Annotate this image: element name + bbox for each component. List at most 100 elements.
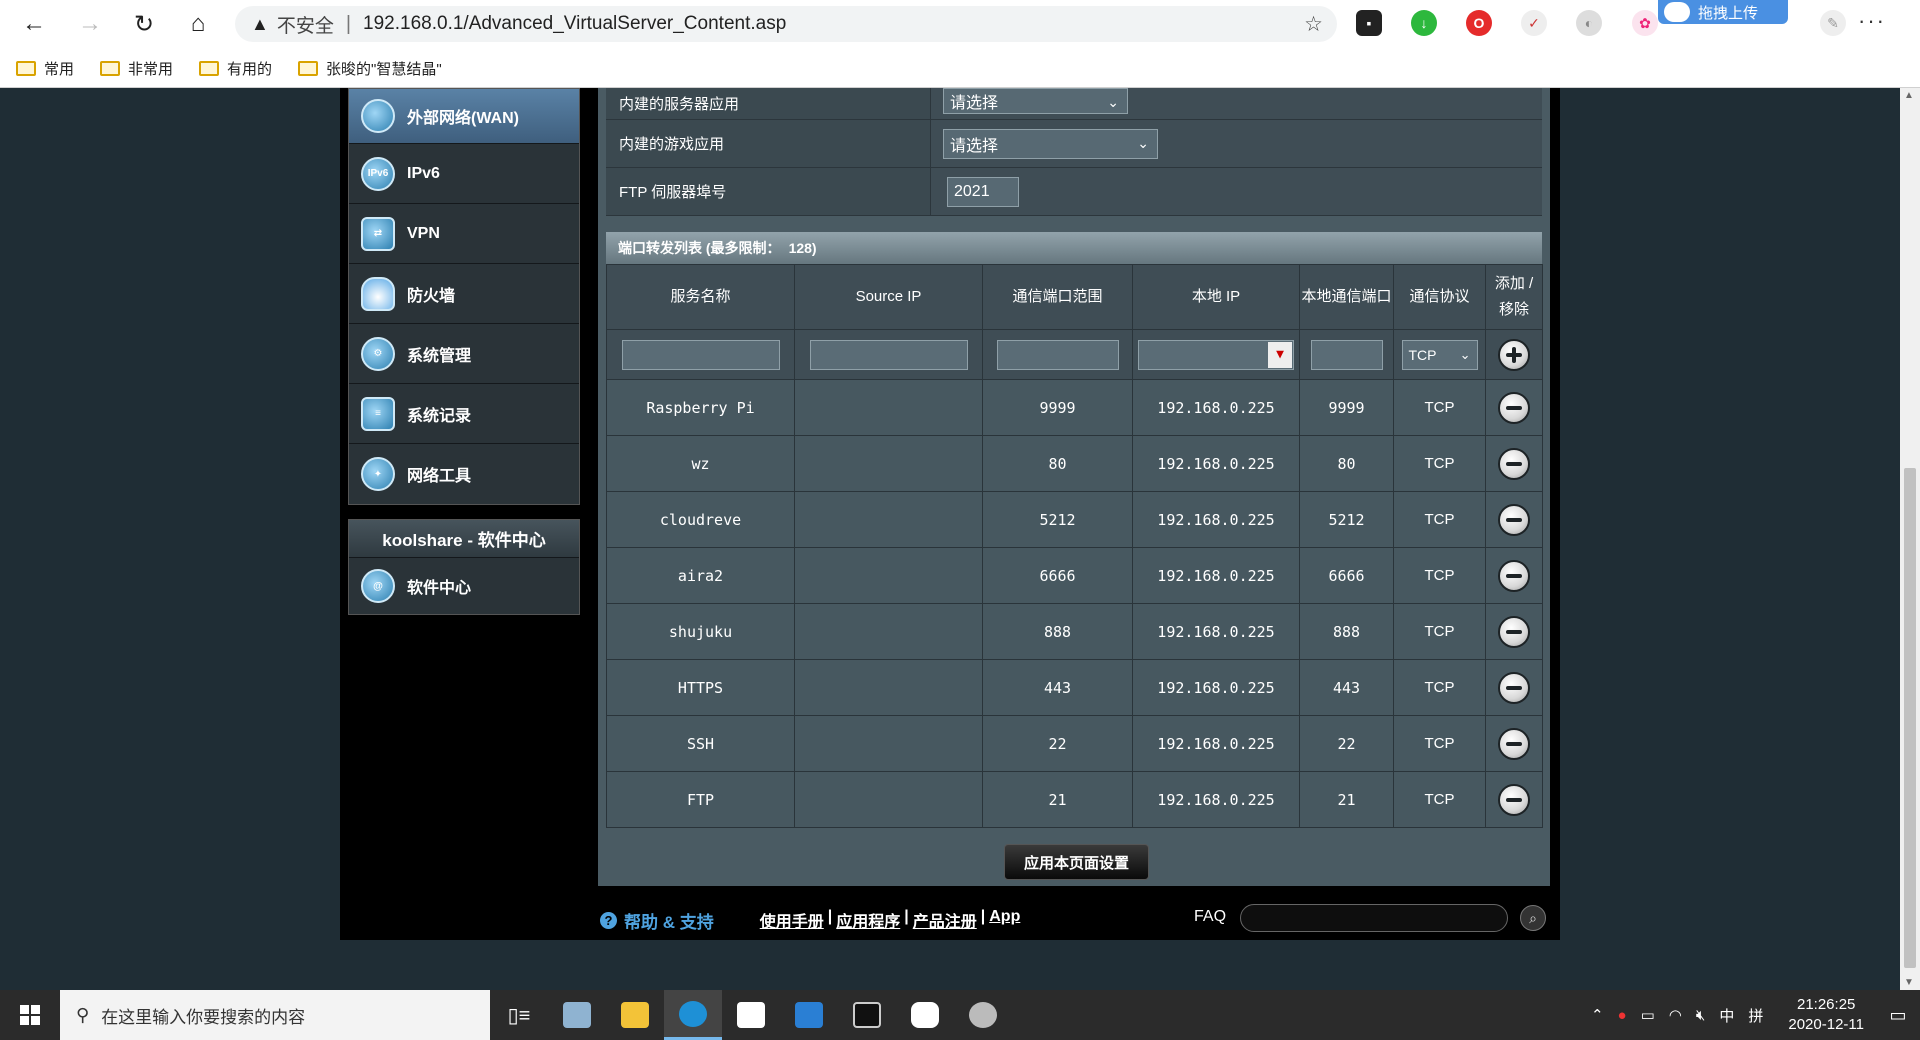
help-support-link[interactable]: ? 帮助 & 支持 [600,908,714,933]
page-scrollbar[interactable]: ▲ ▼ [1900,88,1920,990]
bookmark-folder[interactable]: 张晙的"智慧结晶" [298,58,442,79]
select-value: 请选择 [950,94,999,112]
extension-icon-8[interactable]: ✎ [1820,10,1846,36]
remove-cell [1485,659,1543,716]
sidebar-item-vpn[interactable]: ⇄ VPN [349,204,579,264]
notification-icon[interactable]: ▭ [1876,990,1920,1040]
remove-rule-button[interactable] [1498,783,1530,816]
swirl-icon: @ [361,569,395,603]
sidebar-item-admin[interactable]: ⚙ 系统管理 [349,324,579,384]
cell: TCP ⌄ [1393,329,1486,380]
remove-rule-button[interactable] [1498,671,1530,704]
home-icon[interactable]: ⌂ [180,6,216,42]
local-ip-input[interactable]: ▼ [1138,339,1294,370]
taskbar-search[interactable]: ⚲ 在这里输入你要搜索的内容 [60,990,490,1040]
remove-rule-button[interactable] [1498,559,1530,592]
address-bar[interactable]: ▲ 不安全 | 192.168.0.1/Advanced_VirtualServ… [235,6,1337,42]
registration-link[interactable]: 产品注册 [913,908,977,932]
scroll-down-icon[interactable]: ▼ [1904,977,1914,988]
port-range-cell: 888 [982,603,1133,660]
extension-icon-5[interactable]: ◐ [1576,10,1602,36]
table-row: cloudreve 5212 192.168.0.225 5212 TCP [606,491,1543,548]
sidebar-item-wan[interactable]: 外部网络(WAN) [349,89,579,144]
tray-app-icon[interactable]: ● [1618,1007,1627,1024]
taskbar-app[interactable] [896,990,954,1040]
protocol-select[interactable]: TCP ⌄ [1401,339,1478,370]
service-name-cell: wz [606,435,795,492]
volume-muted-icon[interactable]: 🔇︎ [1696,1007,1705,1024]
minus-icon [1506,517,1522,522]
ime-language[interactable]: 中 [1719,1005,1734,1026]
taskbar-app[interactable] [548,990,606,1040]
add-rule-button[interactable] [1498,338,1530,371]
taskbar-app[interactable] [838,990,896,1040]
taskbar-app[interactable] [780,990,838,1040]
builtin-game-select[interactable]: 请选择 ⌄ [943,128,1158,159]
clock[interactable]: 21:26:25 2020-12-11 [1788,995,1864,1035]
sidebar-item-firewall[interactable]: 防火墙 [349,264,579,324]
table-row: FTP 21 192.168.0.225 21 TCP [606,771,1543,828]
remove-rule-button[interactable] [1498,503,1530,536]
extension-icon-4[interactable]: ✓ [1521,10,1547,36]
forward-arrow-icon[interactable]: → [72,6,108,42]
sidebar-item-tools[interactable]: ✦ 网络工具 [349,444,579,504]
scroll-up-icon[interactable]: ▲ [1904,90,1914,101]
store-icon [737,1002,765,1028]
source-ip-cell [794,435,983,492]
taskbar-app[interactable] [606,990,664,1040]
wifi-icon[interactable]: ◠ [1669,1006,1682,1024]
favorite-star-icon[interactable]: ☆ [1304,12,1323,37]
ipv6-icon: IPv6 [361,156,395,191]
edge-browser-icon [679,1000,707,1027]
refresh-icon[interactable]: ↻ [126,6,162,42]
extension-icon-6[interactable]: ✿ [1632,10,1658,36]
manual-link[interactable]: 使用手册 [760,908,824,932]
download-extension-icon[interactable]: ↓ [1411,10,1437,36]
protocol-cell: TCP [1393,715,1486,772]
remove-rule-button[interactable] [1498,727,1530,760]
task-view-button[interactable]: ▯≡ [490,990,548,1040]
taskbar-app[interactable] [722,990,780,1040]
rule-rows: Raspberry Pi 9999 192.168.0.225 9999 TCP wz 80… [606,379,1543,828]
battery-icon[interactable]: ▭ [1641,1006,1655,1024]
service-name-cell: FTP [606,771,795,828]
source-ip-input[interactable] [809,339,968,370]
extension-icon-1[interactable]: ▪ [1356,10,1382,36]
sidebar-item-ipv6[interactable]: IPv6 IPv6 [349,144,579,204]
sidebar-item-log[interactable]: ≡ 系统记录 [349,384,579,444]
search-icon[interactable]: ⌕ [1520,905,1546,931]
utility-link[interactable]: 应用程序 [836,908,900,932]
more-menu-icon[interactable]: ··· [1858,8,1886,34]
bookmark-folder[interactable]: 非常用 [100,58,173,79]
builtin-server-select[interactable]: 请选择 ⌄ [943,87,1128,114]
app-link[interactable]: App [989,908,1020,932]
taskbar-app[interactable] [954,990,1012,1040]
cell [794,329,983,380]
adblock-extension-icon[interactable]: O [1466,10,1492,36]
builtin-game-label: 内建的游戏应用 [606,120,931,167]
remove-rule-button[interactable] [1498,447,1530,480]
taskbar-app[interactable] [664,990,722,1040]
faq-search-input[interactable] [1240,904,1508,932]
bookmark-folder[interactable]: 常用 [16,58,74,79]
bookmark-folder[interactable]: 有用的 [199,58,272,79]
protocol-cell: TCP [1393,435,1486,492]
dropdown-arrow-icon[interactable]: ▼ [1268,341,1292,368]
sidebar-item-software-center[interactable]: @ 软件中心 [349,558,579,614]
remove-rule-button[interactable] [1498,391,1530,424]
service-name-input[interactable] [621,339,780,370]
drag-upload-badge[interactable]: 拖拽上传 [1658,0,1788,24]
back-arrow-icon[interactable]: ← [16,6,52,42]
port-range-input[interactable] [996,339,1119,370]
remove-rule-button[interactable] [1498,615,1530,648]
ftp-port-input[interactable]: 2021 [947,176,1019,207]
sidebar-menu: 外部网络(WAN) IPv6 IPv6 ⇄ VPN 防火墙 ⚙ 系统管理 ≡ 系… [348,88,580,505]
remove-cell [1485,547,1543,604]
ime-mode[interactable]: 拼 [1748,1005,1763,1026]
upload-badge-label: 拖拽上传 [1698,4,1759,22]
scroll-thumb[interactable] [1904,468,1916,968]
apply-settings-button[interactable]: 应用本页面设置 [1004,844,1149,880]
local-port-input[interactable] [1310,339,1383,370]
chevron-up-icon[interactable]: ⌃ [1591,1006,1604,1024]
start-button[interactable] [0,990,60,1040]
